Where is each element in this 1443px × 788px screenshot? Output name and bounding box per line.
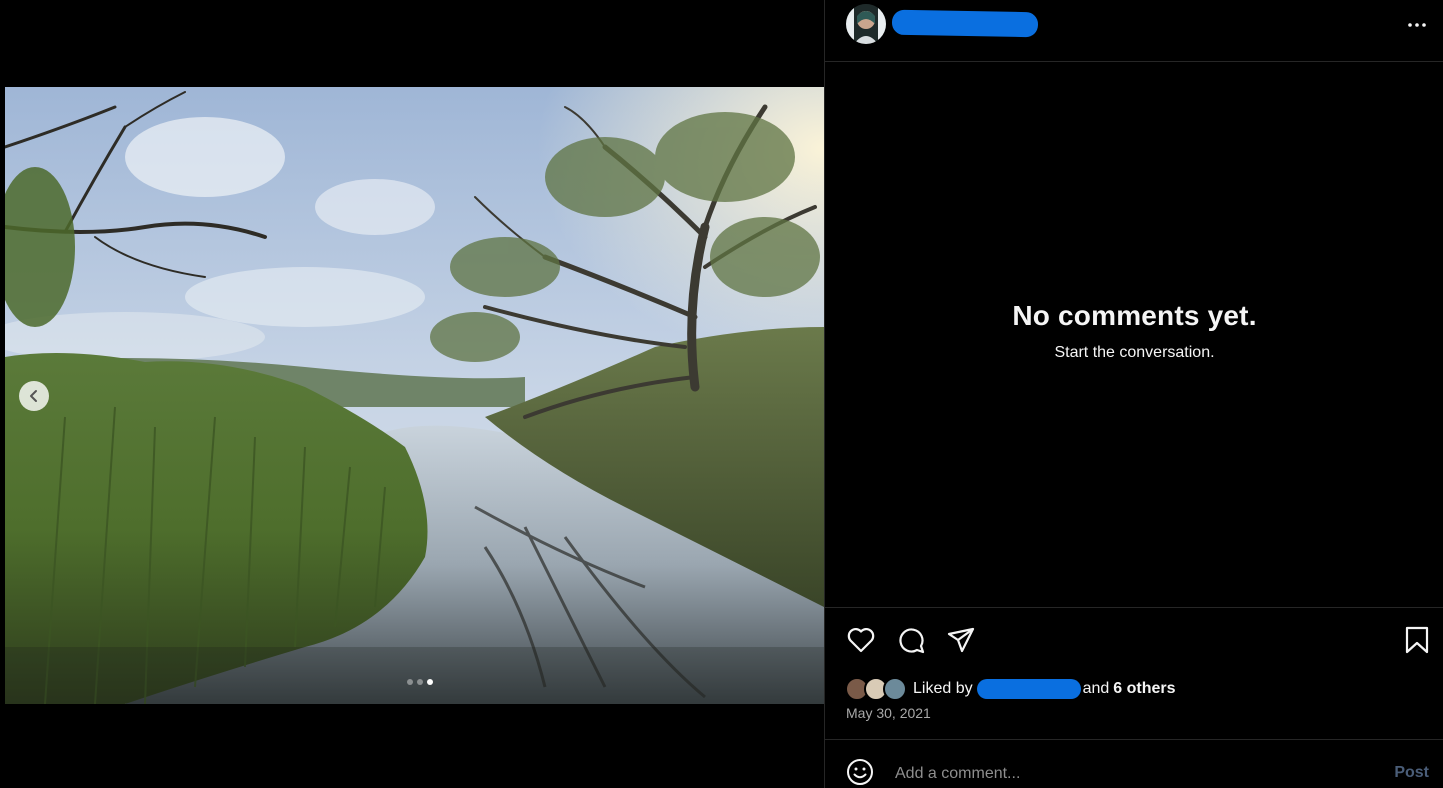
post-header (825, 0, 1443, 62)
landscape-photo (5, 87, 824, 704)
redacted-username (891, 9, 1039, 38)
carousel-dot (406, 679, 413, 685)
author-avatar[interactable] (846, 4, 886, 44)
comments-empty-state: No comments yet. Start the conversation. (825, 300, 1443, 362)
chevron-left-icon (30, 390, 37, 402)
emoji-button[interactable] (845, 757, 875, 787)
save-button[interactable] (1401, 624, 1433, 656)
post-side-panel: No comments yet. Start the conversation. (824, 0, 1443, 788)
share-button[interactable] (945, 624, 977, 656)
carousel-dot-active (426, 679, 433, 685)
heart-icon (847, 628, 875, 653)
paper-plane-icon (947, 627, 975, 653)
empty-title: No comments yet. (1012, 300, 1257, 331)
divider (825, 607, 1443, 608)
likes-prefix: Liked by (913, 680, 973, 697)
post-date[interactable]: May 30, 2021 (846, 705, 931, 721)
liker-avatars[interactable] (845, 677, 909, 701)
carousel-dot (416, 679, 423, 685)
more-options-button[interactable] (1404, 12, 1430, 38)
divider (825, 739, 1443, 740)
smiley-icon (847, 759, 873, 785)
likes-summary: Liked by and 6 others (845, 676, 1176, 702)
more-horizontal-icon (1408, 23, 1426, 27)
like-button[interactable] (845, 624, 877, 656)
comment-button[interactable] (895, 624, 927, 656)
redacted-liker-name[interactable] (976, 679, 1081, 699)
post-media (5, 87, 824, 704)
comment-bubble-icon (899, 628, 925, 654)
bookmark-icon (1405, 626, 1429, 654)
likes-others-link[interactable]: 6 others (1113, 680, 1175, 698)
post-view: No comments yet. Start the conversation. (0, 0, 1443, 788)
comment-input[interactable] (895, 760, 1375, 788)
liker-avatar (883, 677, 907, 701)
carousel-indicator (5, 679, 824, 685)
post-comment-button[interactable]: Post (1394, 764, 1429, 782)
previous-slide-button[interactable] (19, 381, 49, 411)
likes-and: and (1082, 680, 1110, 697)
empty-subtitle: Start the conversation. (1054, 344, 1215, 361)
avatar-image (846, 4, 886, 44)
